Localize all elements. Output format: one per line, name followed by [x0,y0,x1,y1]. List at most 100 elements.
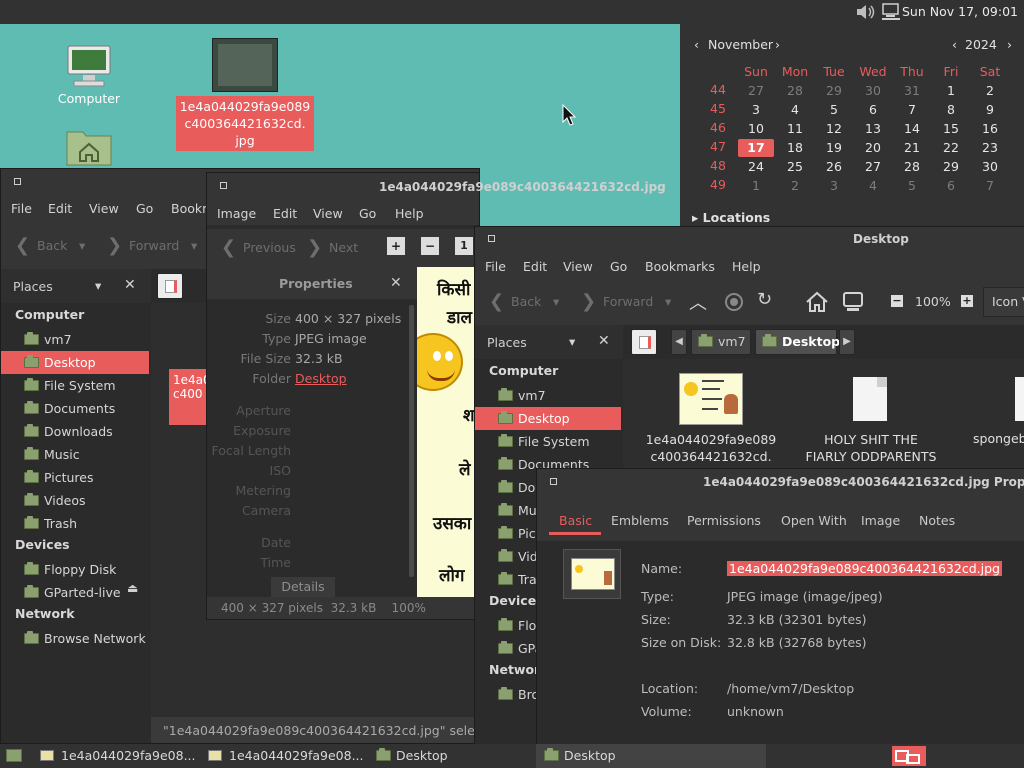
calendar-day[interactable]: 9 [972,101,1008,119]
calendar-day[interactable]: 31 [894,82,930,100]
close-properties-icon[interactable]: ✕ [390,275,402,291]
calendar-day[interactable]: 28 [777,82,813,100]
file-icon-button[interactable] [563,549,621,599]
back-button[interactable]: Back [511,294,541,309]
calendar-day[interactable]: 23 [972,139,1008,157]
menu-edit[interactable]: Edit [523,259,547,274]
calendar-day[interactable]: 19 [816,139,852,157]
previous-button[interactable]: Previous [243,240,296,255]
task-button-viewer[interactable]: 1e4a044029fa9e08... [40,748,196,763]
path-left-arrow-icon[interactable]: ◀ [671,329,687,355]
menu-file[interactable]: File [485,259,506,274]
menu-edit[interactable]: Edit [273,206,297,221]
menu-help[interactable]: Help [395,206,424,221]
tab-notes[interactable]: Notes [919,513,955,528]
desktop-icon-image-file[interactable]: 1e4a044029fa9e089 c400364421632cd. jpg [176,38,316,151]
menu-view[interactable]: View [89,201,119,216]
network-icon[interactable] [880,2,902,25]
sidebar-item[interactable]: Music [1,443,149,466]
folder-link[interactable]: Desktop [295,371,347,386]
edit-location-button[interactable] [631,329,657,355]
back-history-dropdown-icon[interactable]: ▾ [79,238,85,253]
calendar-day[interactable]: 21 [894,139,930,157]
forward-history-dropdown-icon[interactable]: ▾ [191,238,197,253]
zoom-out-icon[interactable]: − [421,237,439,255]
zoom-in-icon[interactable]: + [961,295,973,307]
forward-button[interactable]: Forward [603,294,653,309]
sidebar-item[interactable]: Desktop [475,407,621,430]
calendar-day[interactable]: 1 [738,177,774,195]
forward-history-dropdown-icon[interactable]: ▾ [665,294,671,309]
menu-view[interactable]: View [313,206,343,221]
sidebar-item[interactable]: File System [475,430,621,453]
menu-view[interactable]: View [563,259,593,274]
calendar-day[interactable]: 26 [816,158,852,176]
sidebar-item[interactable]: Trash [1,512,149,535]
path-button-vm7[interactable]: vm7 [691,329,751,355]
view-mode-select[interactable]: Icon V [983,287,1024,317]
details-button[interactable]: Details [271,577,335,597]
calendar-day[interactable]: 24 [738,158,774,176]
calendar-day[interactable]: 30 [855,82,891,100]
calendar-day[interactable]: 25 [777,158,813,176]
image-canvas[interactable]: किसी डाल श ले उसका लोग [417,267,479,597]
desktop-icon-computer[interactable]: Computer [34,44,144,107]
locations-expander[interactable]: ▸ Locations [692,210,770,225]
reload-icon[interactable]: ↻ [757,289,772,310]
sidebar-item[interactable]: Videos [1,489,149,512]
task-button-desktop-active[interactable]: Desktop [536,744,766,768]
zoom-out-icon[interactable]: − [891,295,903,307]
calendar-day[interactable]: 2 [972,82,1008,100]
window-menu-icon[interactable] [220,182,227,189]
zoom-normal-icon[interactable]: 1 [455,237,473,255]
menu-file[interactable]: File [11,201,32,216]
clock[interactable]: Sun Nov 17, 09:01 [902,4,1018,19]
sidebar-item[interactable]: Floppy Disk [1,558,149,581]
calendar-day[interactable]: 8 [933,101,969,119]
menu-bookmarks[interactable]: Bookmarks [645,259,715,274]
calendar-day[interactable]: 7 [972,177,1008,195]
file-label[interactable]: HOLY SHIT THE FIARLY ODDPARENTS [793,431,949,465]
document-file-icon[interactable] [1015,377,1024,421]
calendar-day[interactable]: 15 [933,120,969,138]
prev-month-button[interactable]: ‹ [694,37,699,52]
calendar-day[interactable]: 5 [894,177,930,195]
scrollbar[interactable] [409,305,414,577]
sidebar-item[interactable]: vm7 [475,384,621,407]
menu-edit[interactable]: Edit [48,201,72,216]
window-menu-icon[interactable] [488,235,495,242]
calendar-day[interactable]: 4 [777,101,813,119]
calendar-day[interactable]: 11 [777,120,813,138]
calendar-day[interactable]: 6 [855,101,891,119]
next-arrow-icon[interactable]: ❯ [307,237,322,258]
back-arrow-icon[interactable]: ❮ [489,291,504,312]
document-file-icon[interactable] [853,377,887,421]
path-button-desktop[interactable]: Desktop [755,329,840,355]
calendar-day[interactable]: 10 [738,120,774,138]
calendar-day[interactable]: 5 [816,101,852,119]
calendar-day[interactable]: 29 [933,158,969,176]
path-right-arrow-icon[interactable]: ▶ [839,329,855,355]
sidebar-item[interactable]: Downloads [1,420,149,443]
calendar-day[interactable]: 22 [933,139,969,157]
calendar-day[interactable]: 20 [855,139,891,157]
close-sidebar-icon[interactable]: ✕ [598,333,610,349]
calendar-day[interactable]: 12 [816,120,852,138]
sidebar-item[interactable]: Documents [1,397,149,420]
calendar-day[interactable]: 27 [738,82,774,100]
file-label[interactable]: spongeb [973,431,1024,446]
image-file-thumbnail[interactable] [679,373,743,425]
calendar-day[interactable]: 29 [816,82,852,100]
sidebar-item[interactable]: Browse Network [1,627,149,650]
back-button[interactable]: Back [37,238,67,253]
stop-icon[interactable] [725,293,743,311]
calendar-day[interactable]: 18 [777,139,813,157]
computer-location-icon[interactable] [841,291,865,316]
calendar-day[interactable]: 16 [972,120,1008,138]
next-button[interactable]: Next [329,240,358,255]
sidebar-item[interactable]: File System [1,374,149,397]
calendar-day[interactable]: 14 [894,120,930,138]
tab-permissions[interactable]: Permissions [687,513,761,528]
tab-open-with[interactable]: Open With [781,513,847,528]
tab-image[interactable]: Image [861,513,900,528]
